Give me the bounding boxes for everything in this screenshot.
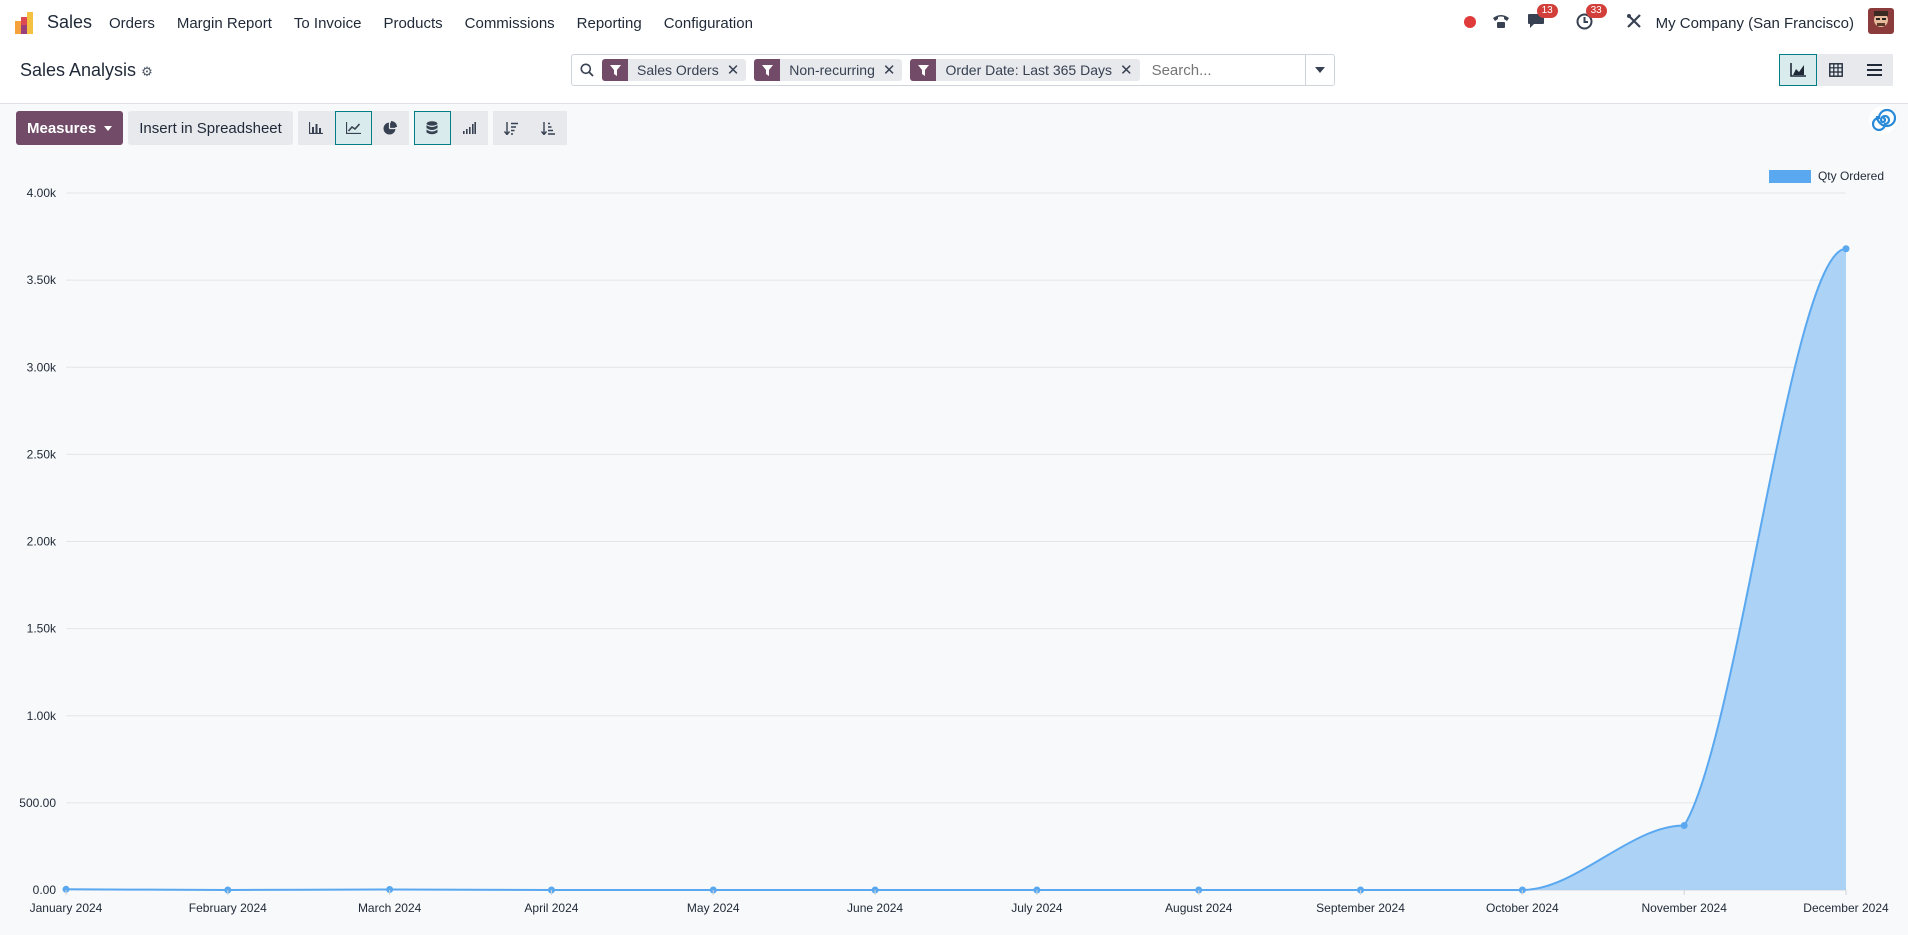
sort-descending-icon[interactable] (492, 111, 530, 145)
caret-down-icon (104, 125, 113, 131)
x-tick-label: April 2024 (524, 901, 578, 915)
pivot-view-button[interactable] (1817, 54, 1855, 86)
menu-to-invoice[interactable]: To Invoice (283, 15, 373, 32)
list-view-button[interactable] (1855, 54, 1893, 86)
app-name[interactable]: Sales (47, 12, 92, 33)
menu-configuration[interactable]: Configuration (653, 15, 764, 32)
cumulative-icon[interactable] (450, 111, 488, 145)
facet-order-date: Order Date: Last 365 Days ✕ (910, 59, 1140, 81)
x-tick-label: January 2024 (30, 901, 103, 915)
menu-margin-report[interactable]: Margin Report (166, 15, 283, 32)
insert-in-spreadsheet-button[interactable]: Insert in Spreadsheet (128, 111, 293, 145)
systray: 13 33 My Company (San Francisco) (1463, 0, 1908, 46)
search-icon[interactable] (572, 63, 602, 77)
series-area (65, 247, 1847, 892)
menu-commissions[interactable]: Commissions (454, 15, 566, 32)
x-tick-label: September 2024 (1316, 901, 1405, 915)
messages-badge: 13 (1536, 4, 1558, 18)
list-icon (1866, 64, 1882, 76)
search-input[interactable] (1147, 58, 1305, 82)
x-tick-label: May 2024 (687, 901, 740, 915)
y-tick-label: 1.00k (27, 709, 57, 723)
page-title: Sales Analysis (20, 60, 137, 80)
data-point[interactable] (1680, 822, 1688, 830)
menu-reporting[interactable]: Reporting (566, 15, 653, 32)
filter-icon (910, 59, 937, 81)
main-menu: Orders Margin Report To Invoice Products… (98, 0, 764, 46)
bar-chart-icon[interactable] (297, 111, 335, 145)
gear-icon[interactable]: ⚙ (141, 64, 153, 79)
pie-chart-icon[interactable] (371, 111, 409, 145)
phone-icon[interactable] (1492, 13, 1510, 33)
x-tick-label: March 2024 (358, 901, 422, 915)
facet-label: Order Date: Last 365 Days (945, 62, 1112, 78)
x-tick-label: October 2024 (1486, 901, 1559, 915)
table-icon (1829, 63, 1843, 77)
series-area-fill (66, 248, 1846, 890)
filter-icon (754, 59, 781, 81)
x-axis-ticks: January 2024 February 2024 March 2024 April… (30, 890, 1889, 915)
facet-label: Sales Orders (637, 62, 719, 78)
facet-non-recurring: Non-recurring ✕ (754, 59, 903, 81)
y-tick-label: 1.50k (27, 622, 57, 636)
chart-type-group (297, 111, 409, 145)
menu-products[interactable]: Products (372, 15, 453, 32)
x-tick-label: February 2024 (189, 901, 267, 915)
ai-assistant-spiral-icon[interactable] (1868, 105, 1898, 135)
series-line (65, 247, 1847, 892)
facet-remove-icon[interactable]: ✕ (1120, 61, 1140, 79)
y-tick-label: 4.00k (27, 186, 57, 200)
area-chart-icon (1790, 63, 1806, 77)
graph-view-button[interactable] (1779, 54, 1817, 86)
sort-group (492, 111, 567, 145)
search-options-toggle[interactable] (1305, 55, 1334, 85)
data-point[interactable] (1842, 245, 1850, 253)
y-tick-label: 0.00 (33, 883, 57, 897)
measures-label: Measures (27, 119, 97, 137)
x-tick-label: December 2024 (1803, 901, 1889, 915)
control-panel: Sales Analysis ⚙ Sales Orders ✕ Non-recur… (0, 46, 1908, 104)
x-tick-label: August 2024 (1165, 901, 1233, 915)
y-tick-label: 500.00 (19, 796, 56, 810)
x-tick-label: June 2024 (847, 901, 903, 915)
company-switcher[interactable]: My Company (San Francisco) (1656, 15, 1854, 32)
recording-indicator-icon[interactable] (1463, 15, 1476, 32)
y-axis-ticks: 0.00 500.00 1.00k 1.50k 2.00k 2.50k 3.00k 3.50k… (19, 186, 57, 897)
filter-icon (602, 59, 628, 81)
facet-sales-orders: Sales Orders ✕ (602, 59, 747, 81)
qty-ordered-area-chart: 0.00 500.00 1.00k 1.50k 2.00k 2.50k 3.00k 3.50k… (19, 186, 1889, 915)
sort-ascending-icon[interactable] (529, 111, 567, 145)
facet-remove-icon[interactable]: ✕ (727, 61, 747, 79)
y-tick-label: 2.00k (27, 535, 57, 549)
sales-app-icon[interactable] (14, 11, 38, 35)
x-tick-label: November 2024 (1641, 901, 1727, 915)
facet-label: Non-recurring (789, 62, 875, 78)
y-tick-label: 3.00k (27, 360, 57, 374)
activities-clock-icon[interactable]: 33 (1576, 3, 1607, 34)
grid-lines (66, 192, 1846, 891)
y-tick-label: 3.50k (27, 273, 57, 287)
y-tick-label: 2.50k (27, 447, 57, 461)
menu-orders[interactable]: Orders (98, 15, 166, 32)
search-bar: Sales Orders ✕ Non-recurring ✕ Order Dat… (571, 54, 1335, 86)
line-chart-icon[interactable] (334, 111, 372, 145)
debug-tools-icon[interactable] (1626, 13, 1642, 33)
facet-remove-icon[interactable]: ✕ (883, 61, 903, 79)
measures-button[interactable]: Measures (16, 111, 124, 145)
view-switcher (1779, 54, 1893, 86)
stacked-database-icon[interactable] (413, 111, 451, 145)
stack-mode-group (413, 111, 488, 145)
series-points (62, 245, 1850, 894)
messages-icon[interactable]: 13 (1527, 4, 1558, 33)
user-avatar[interactable] (1868, 8, 1894, 38)
activities-badge: 33 (1585, 3, 1607, 18)
x-tick-label: July 2024 (1011, 901, 1063, 915)
top-navbar: Sales Orders Margin Report To Invoice Pr… (0, 0, 1908, 46)
breadcrumb: Sales Analysis ⚙ (20, 60, 153, 81)
graph-toolbar: Measures Insert in Spreadsheet (16, 111, 567, 145)
